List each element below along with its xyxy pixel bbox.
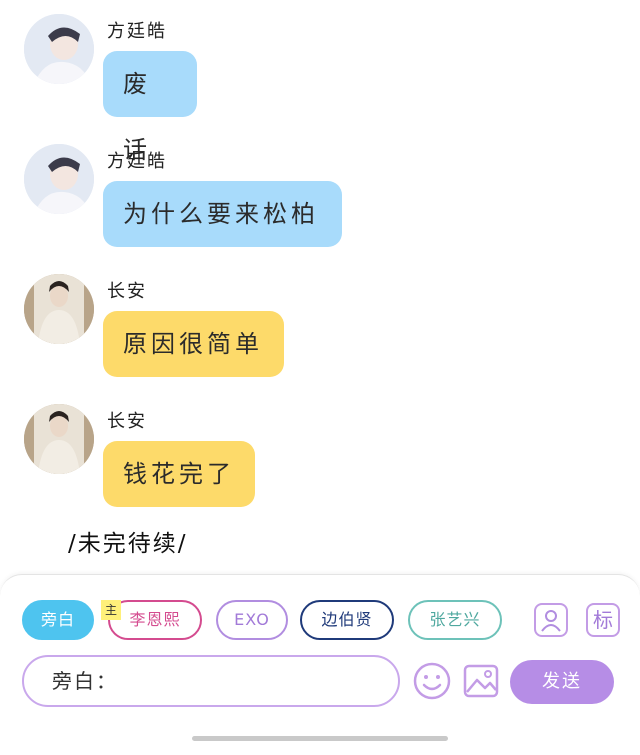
avatar[interactable]	[24, 14, 94, 84]
speaker-chip-li-enxi[interactable]: 李恩熙	[108, 600, 202, 640]
image-icon	[463, 664, 499, 698]
mark-button[interactable]: 标	[586, 603, 620, 637]
smiley-icon	[413, 662, 451, 700]
to-be-continued-note: /未完待续/	[68, 531, 188, 557]
contact-card-button[interactable]	[534, 603, 568, 637]
image-button[interactable]	[462, 662, 500, 700]
avatar-image-icon	[24, 274, 94, 344]
speaker-chip-narration[interactable]: 旁白	[22, 600, 94, 640]
sender-name: 长安	[107, 411, 147, 432]
avatar[interactable]	[24, 404, 94, 474]
sender-name: 方廷皓	[107, 151, 167, 172]
avatar-image-icon	[24, 144, 94, 214]
user-card-icon	[541, 610, 561, 632]
sender-name: 长安	[107, 281, 147, 302]
message-bubble[interactable]: 原因很简单	[103, 311, 284, 377]
message-bubble[interactable]: 废话	[103, 51, 197, 164]
speaker-chip-zhang-yixing[interactable]: 张艺兴	[408, 600, 502, 640]
message-bubble[interactable]: 为什么要来松柏	[103, 181, 342, 247]
avatar-image-icon	[24, 14, 94, 84]
send-button[interactable]: 发送	[510, 660, 614, 704]
speaker-chip-exo[interactable]: EXO	[216, 600, 288, 640]
message-input[interactable]: 旁白：	[22, 655, 400, 707]
message-bubble[interactable]: 钱花完了	[103, 441, 255, 507]
sender-name: 方廷皓	[107, 21, 167, 42]
home-indicator[interactable]	[192, 736, 448, 741]
avatar[interactable]	[24, 144, 94, 214]
avatar[interactable]	[24, 274, 94, 344]
speaker-chip-bian-boxian[interactable]: 边伯贤	[300, 600, 394, 640]
avatar-image-icon	[24, 404, 94, 474]
main-character-badge: 主	[101, 600, 121, 620]
emoji-button[interactable]	[413, 662, 451, 700]
